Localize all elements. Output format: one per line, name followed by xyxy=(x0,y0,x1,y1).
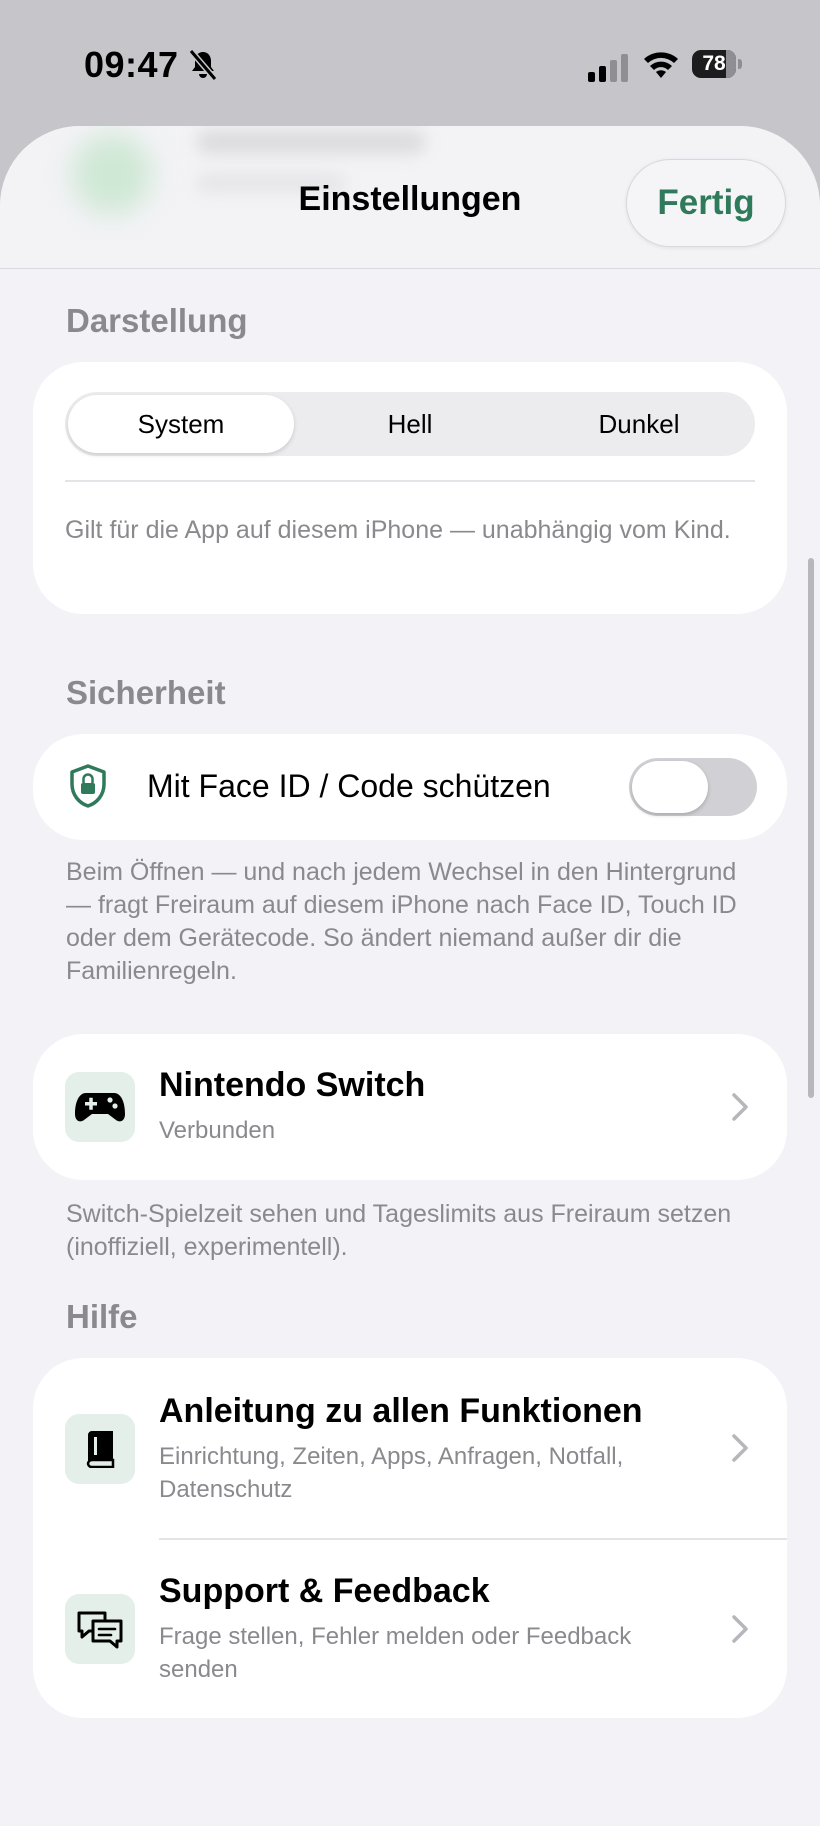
divider xyxy=(65,480,755,482)
settings-sheet: Einstellungen Fertig Darstellung System … xyxy=(0,126,820,1826)
wifi-icon xyxy=(644,52,678,78)
guide-subtitle: Einrichtung, Zeiten, Apps, Anfragen, Not… xyxy=(159,1443,624,1503)
chevron-right-icon xyxy=(732,1093,748,1121)
support-subtitle: Frage stellen, Fehler melden oder Feedba… xyxy=(159,1623,632,1683)
sheet-header: Einstellungen Fertig xyxy=(0,126,820,269)
book-icon xyxy=(86,1431,115,1468)
face-id-label: Mit Face ID / Code schützen xyxy=(147,768,551,804)
segment-system[interactable]: System xyxy=(68,395,294,453)
chat-icon-box xyxy=(65,1594,135,1664)
section-label-appearance: Darstellung xyxy=(66,302,248,339)
help-item-guide[interactable]: Anleitung zu allen Funktionen Einrichtun… xyxy=(33,1358,787,1538)
cellular-signal-icon xyxy=(588,54,628,82)
shield-lock-icon xyxy=(70,764,106,808)
guide-title: Anleitung zu allen Funktionen xyxy=(159,1392,643,1430)
appearance-segmented-control[interactable]: System Hell Dunkel xyxy=(65,392,755,456)
book-icon-box xyxy=(65,1414,135,1484)
chevron-right-icon xyxy=(732,1615,748,1643)
help-card: Anleitung zu allen Funktionen Einrichtun… xyxy=(33,1358,787,1718)
switch-title: Nintendo Switch xyxy=(159,1066,426,1104)
appearance-footnote: Gilt für die App auf diesem iPhone — una… xyxy=(65,516,731,544)
switch-footnote: Switch-Spielzeit sehen und Tageslimits a… xyxy=(66,1200,732,1261)
section-label-help: Hilfe xyxy=(66,1298,138,1335)
nintendo-switch-row[interactable]: Nintendo Switch Verbunden xyxy=(33,1034,787,1180)
battery-percentage: 78 xyxy=(702,52,726,75)
bell-slash-icon xyxy=(188,49,218,81)
segment-light[interactable]: Hell xyxy=(295,395,525,453)
appearance-card: System Hell Dunkel Gilt für die App auf … xyxy=(33,362,787,614)
gamepad-icon xyxy=(75,1093,125,1122)
face-id-toggle[interactable] xyxy=(629,758,757,816)
toggle-knob xyxy=(632,761,708,813)
scrollbar[interactable] xyxy=(808,558,814,1098)
section-label-security: Sicherheit xyxy=(66,674,226,711)
chevron-right-icon xyxy=(732,1434,748,1462)
face-id-row[interactable]: Mit Face ID / Code schützen xyxy=(33,734,787,840)
done-button[interactable]: Fertig xyxy=(626,159,786,247)
battery-indicator: 78 xyxy=(692,50,742,80)
status-time: 09:47 xyxy=(84,44,179,85)
chat-bubbles-icon xyxy=(77,1611,123,1649)
segment-dark[interactable]: Dunkel xyxy=(525,395,753,453)
help-item-support[interactable]: Support & Feedback Frage stellen, Fehler… xyxy=(33,1540,787,1718)
switch-status: Verbunden xyxy=(159,1117,276,1144)
gamepad-icon-box xyxy=(65,1072,135,1142)
support-title: Support & Feedback xyxy=(159,1572,490,1610)
security-footnote: Beim Öffnen — und nach jedem Wechsel in … xyxy=(66,858,737,985)
